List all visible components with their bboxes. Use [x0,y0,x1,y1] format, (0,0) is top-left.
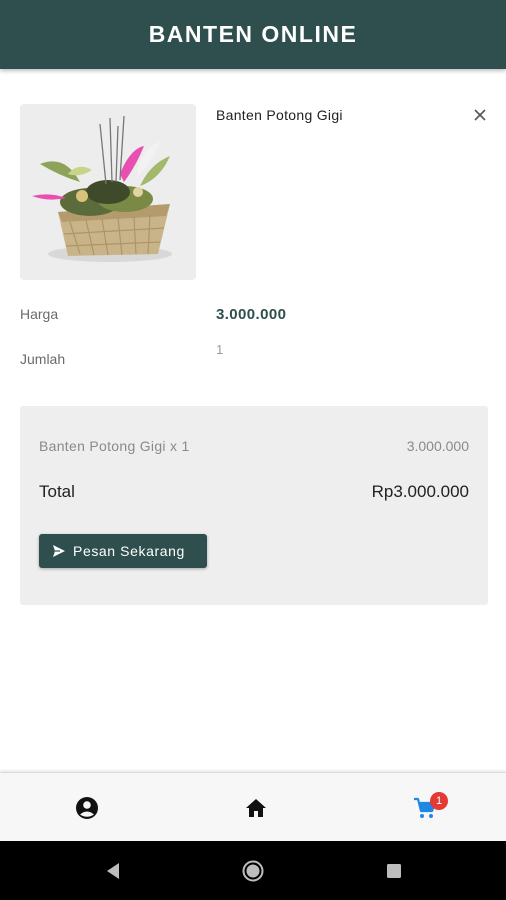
order-summary-card: Banten Potong Gigi x 1 3.000.000 Total R… [20,406,488,605]
price-value: 3.000.000 [216,306,287,323]
account-circle-icon[interactable] [75,796,99,820]
recents-icon[interactable] [383,860,405,882]
back-icon[interactable] [103,860,125,882]
product-name: Banten Potong Gigi [216,107,343,123]
order-now-button[interactable]: Pesan Sekarang [39,534,207,568]
summary-item-line: Banten Potong Gigi x 1 [39,438,190,454]
quantity-value[interactable]: 1 [216,342,223,357]
total-label: Total [39,482,75,501]
home-icon[interactable] [244,796,268,820]
total-value: Rp3.000.000 [371,482,469,501]
app-bar: BANTEN ONLINE [0,0,506,69]
system-navigation-bar [0,841,506,900]
summary-item-price: 3.000.000 [406,438,469,454]
product-image [20,104,196,280]
home-circle-icon[interactable] [242,860,264,882]
order-button-label: Pesan Sekarang [73,543,185,559]
quantity-label: Jumlah [20,351,66,367]
app-title: BANTEN ONLINE [148,21,358,47]
price-label: Harga [20,306,59,322]
cart-badge: 1 [430,792,448,810]
bottom-navigation: 1 [0,772,506,841]
send-icon [52,544,66,558]
close-icon[interactable] [470,105,490,125]
